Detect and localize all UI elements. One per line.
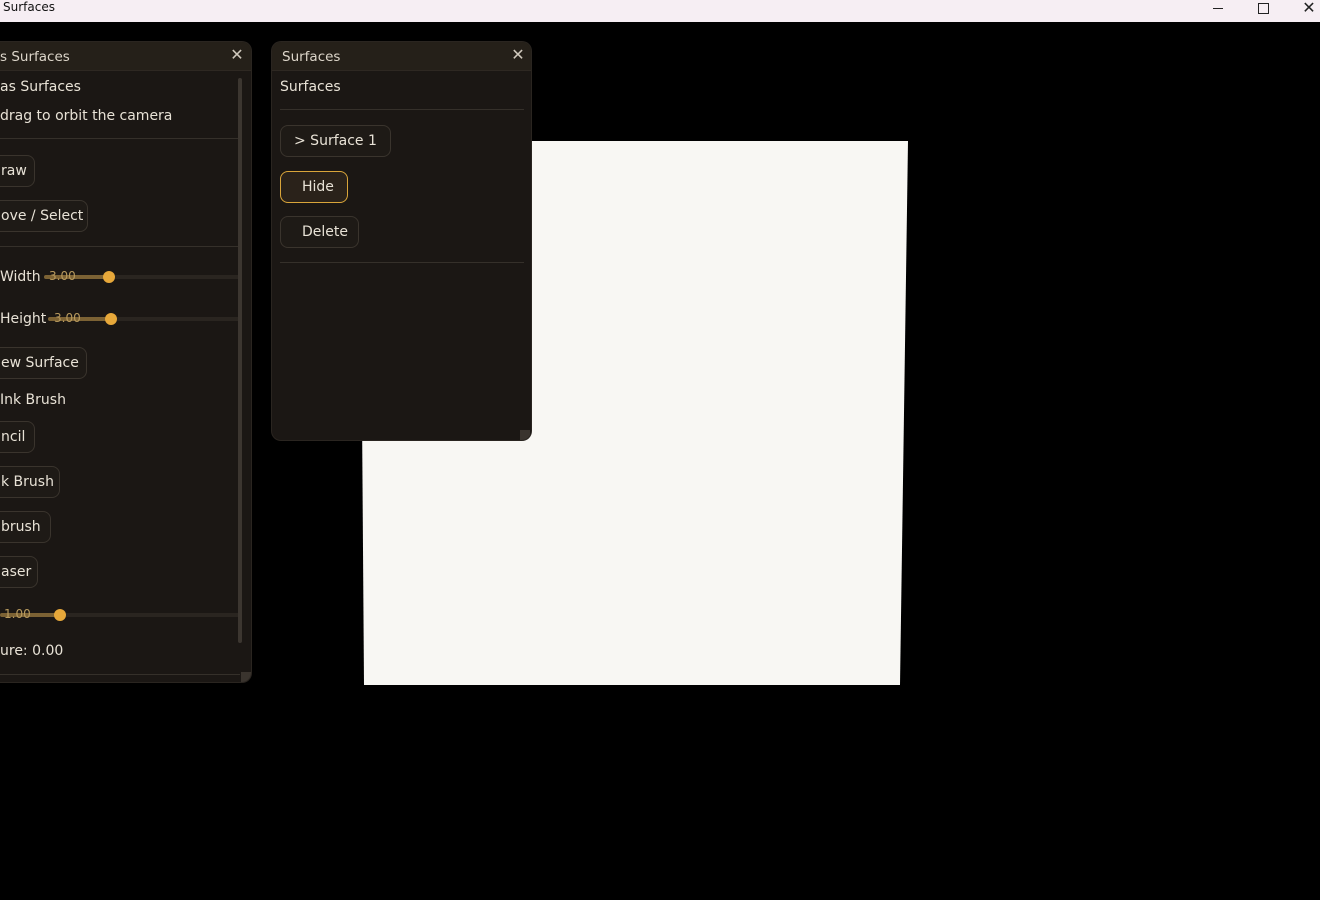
width-value: 3.00 (49, 269, 76, 283)
eraser-button[interactable]: aser (0, 556, 38, 588)
height-value: 3.00 (54, 311, 81, 325)
panel-header[interactable]: Surfaces ✕ (272, 42, 531, 71)
airbrush-button[interactable]: brush (0, 511, 51, 543)
height-slider-knob[interactable] (105, 313, 117, 325)
panel-title: s Surfaces (0, 49, 70, 65)
brush-size-slider-knob[interactable] (54, 609, 66, 621)
surfaces-panel: Surfaces ✕ Surfaces > Surface 1 Hide Del… (272, 42, 531, 440)
divider (280, 262, 524, 263)
move-select-button[interactable]: ove / Select (0, 200, 88, 232)
draw-button[interactable]: raw (0, 155, 35, 187)
hide-button[interactable]: Hide (280, 171, 348, 203)
divider (0, 246, 240, 247)
height-label: Height (0, 311, 47, 327)
brush-size-value: 1.00 (4, 607, 31, 621)
panel-title: Surfaces (282, 49, 341, 65)
delete-button[interactable]: Delete (280, 216, 359, 248)
canvas-surfaces-panel: s Surfaces ✕ as Surfaces drag to orbit t… (0, 42, 251, 682)
panel-resize-grip[interactable] (520, 430, 530, 440)
divider (0, 674, 240, 675)
panel-header[interactable]: s Surfaces ✕ (0, 42, 251, 71)
pencil-button[interactable]: ncil (0, 421, 35, 453)
close-panel-icon[interactable]: ✕ (228, 46, 246, 64)
panel-heading: as Surfaces (0, 79, 81, 95)
divider (0, 138, 240, 139)
width-slider-knob[interactable] (103, 271, 115, 283)
width-label: Width (0, 269, 41, 285)
divider (280, 109, 524, 110)
close-panel-icon[interactable]: ✕ (509, 46, 527, 64)
surface-item-1[interactable]: > Surface 1 (280, 125, 391, 157)
ink-brush-button[interactable]: k Brush (0, 466, 60, 498)
new-surface-button[interactable]: ew Surface (0, 347, 87, 379)
orbit-hint: drag to orbit the camera (0, 108, 173, 124)
panel-heading: Surfaces (280, 79, 341, 95)
pressure-readout: ure: 0.00 (0, 643, 64, 659)
panel-resize-grip[interactable] (241, 672, 251, 682)
panel-scrollbar[interactable] (238, 78, 242, 643)
current-brush-label: Ink Brush (0, 392, 66, 408)
